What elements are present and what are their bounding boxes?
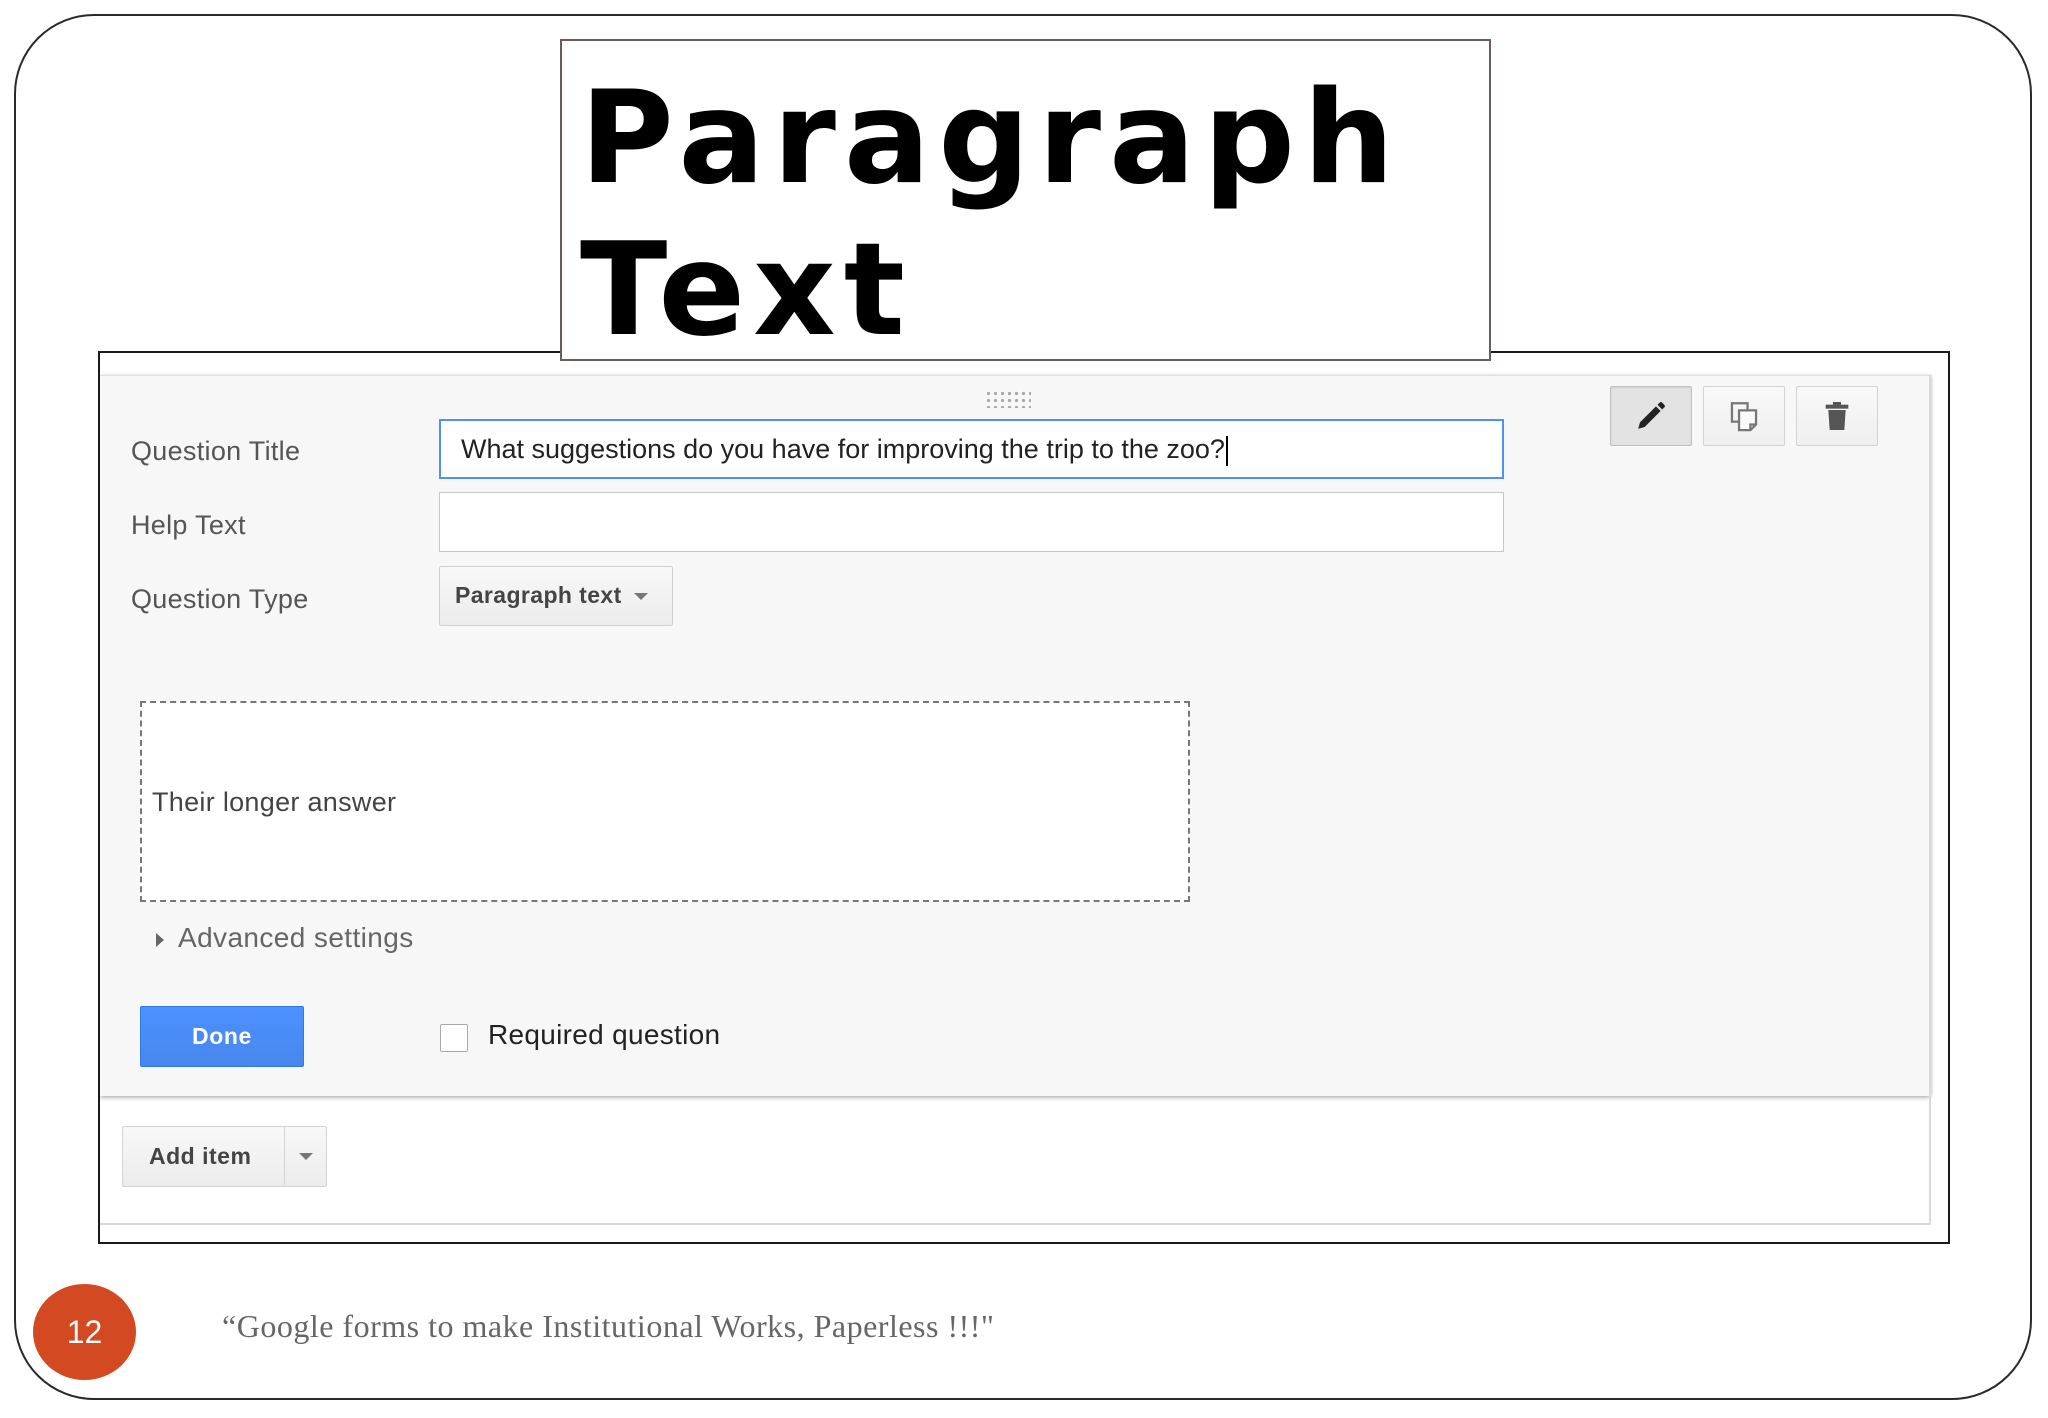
copy-icon xyxy=(1730,402,1758,432)
question-type-select[interactable]: Paragraph text xyxy=(439,566,673,626)
add-item-button[interactable]: Add item xyxy=(122,1126,327,1187)
panel-edge-right xyxy=(1929,375,1931,1225)
panel-edge-bottom xyxy=(100,1223,1930,1225)
form-editor-screenshot: Question Title What suggestions do you h… xyxy=(98,351,1950,1244)
page-number-badge: 12 xyxy=(33,1284,136,1380)
slide-title: Paragraph Text xyxy=(580,64,1403,365)
done-button[interactable]: Done xyxy=(140,1006,304,1067)
question-edit-card: Question Title What suggestions do you h… xyxy=(100,375,1930,1096)
help-text-label: Help Text xyxy=(131,510,246,540)
slide-footer: “Google forms to make Institutional Work… xyxy=(222,1308,995,1344)
help-text-input[interactable] xyxy=(439,492,1504,552)
answer-preview-box: Their longer answer xyxy=(140,701,1190,902)
pencil-icon xyxy=(1638,402,1665,429)
answer-preview-text: Their longer answer xyxy=(152,787,397,817)
delete-button[interactable] xyxy=(1796,386,1878,446)
chevron-down-icon xyxy=(633,593,648,601)
edit-button[interactable] xyxy=(1610,386,1692,446)
slide-title-box: Paragraph Text xyxy=(560,39,1491,365)
required-question-label: Required question xyxy=(488,1019,721,1050)
question-title-input[interactable]: What suggestions do you have for improvi… xyxy=(439,419,1504,479)
question-type-label: Question Type xyxy=(131,584,309,614)
text-caret xyxy=(1225,435,1228,466)
question-type-value: Paragraph text xyxy=(455,582,622,608)
chevron-down-icon[interactable] xyxy=(299,1153,313,1160)
question-title-label: Question Title xyxy=(131,436,301,466)
triangle-right-icon xyxy=(156,932,164,947)
trash-icon xyxy=(1825,402,1849,430)
advanced-settings-label: Advanced settings xyxy=(178,922,414,953)
question-title-value: What suggestions do you have for improvi… xyxy=(461,434,1225,464)
split-divider xyxy=(284,1127,285,1185)
advanced-settings-toggle[interactable]: Advanced settings xyxy=(156,922,414,954)
duplicate-button[interactable] xyxy=(1703,386,1785,446)
required-checkbox[interactable] xyxy=(440,1024,468,1052)
add-item-label: Add item xyxy=(149,1143,252,1169)
